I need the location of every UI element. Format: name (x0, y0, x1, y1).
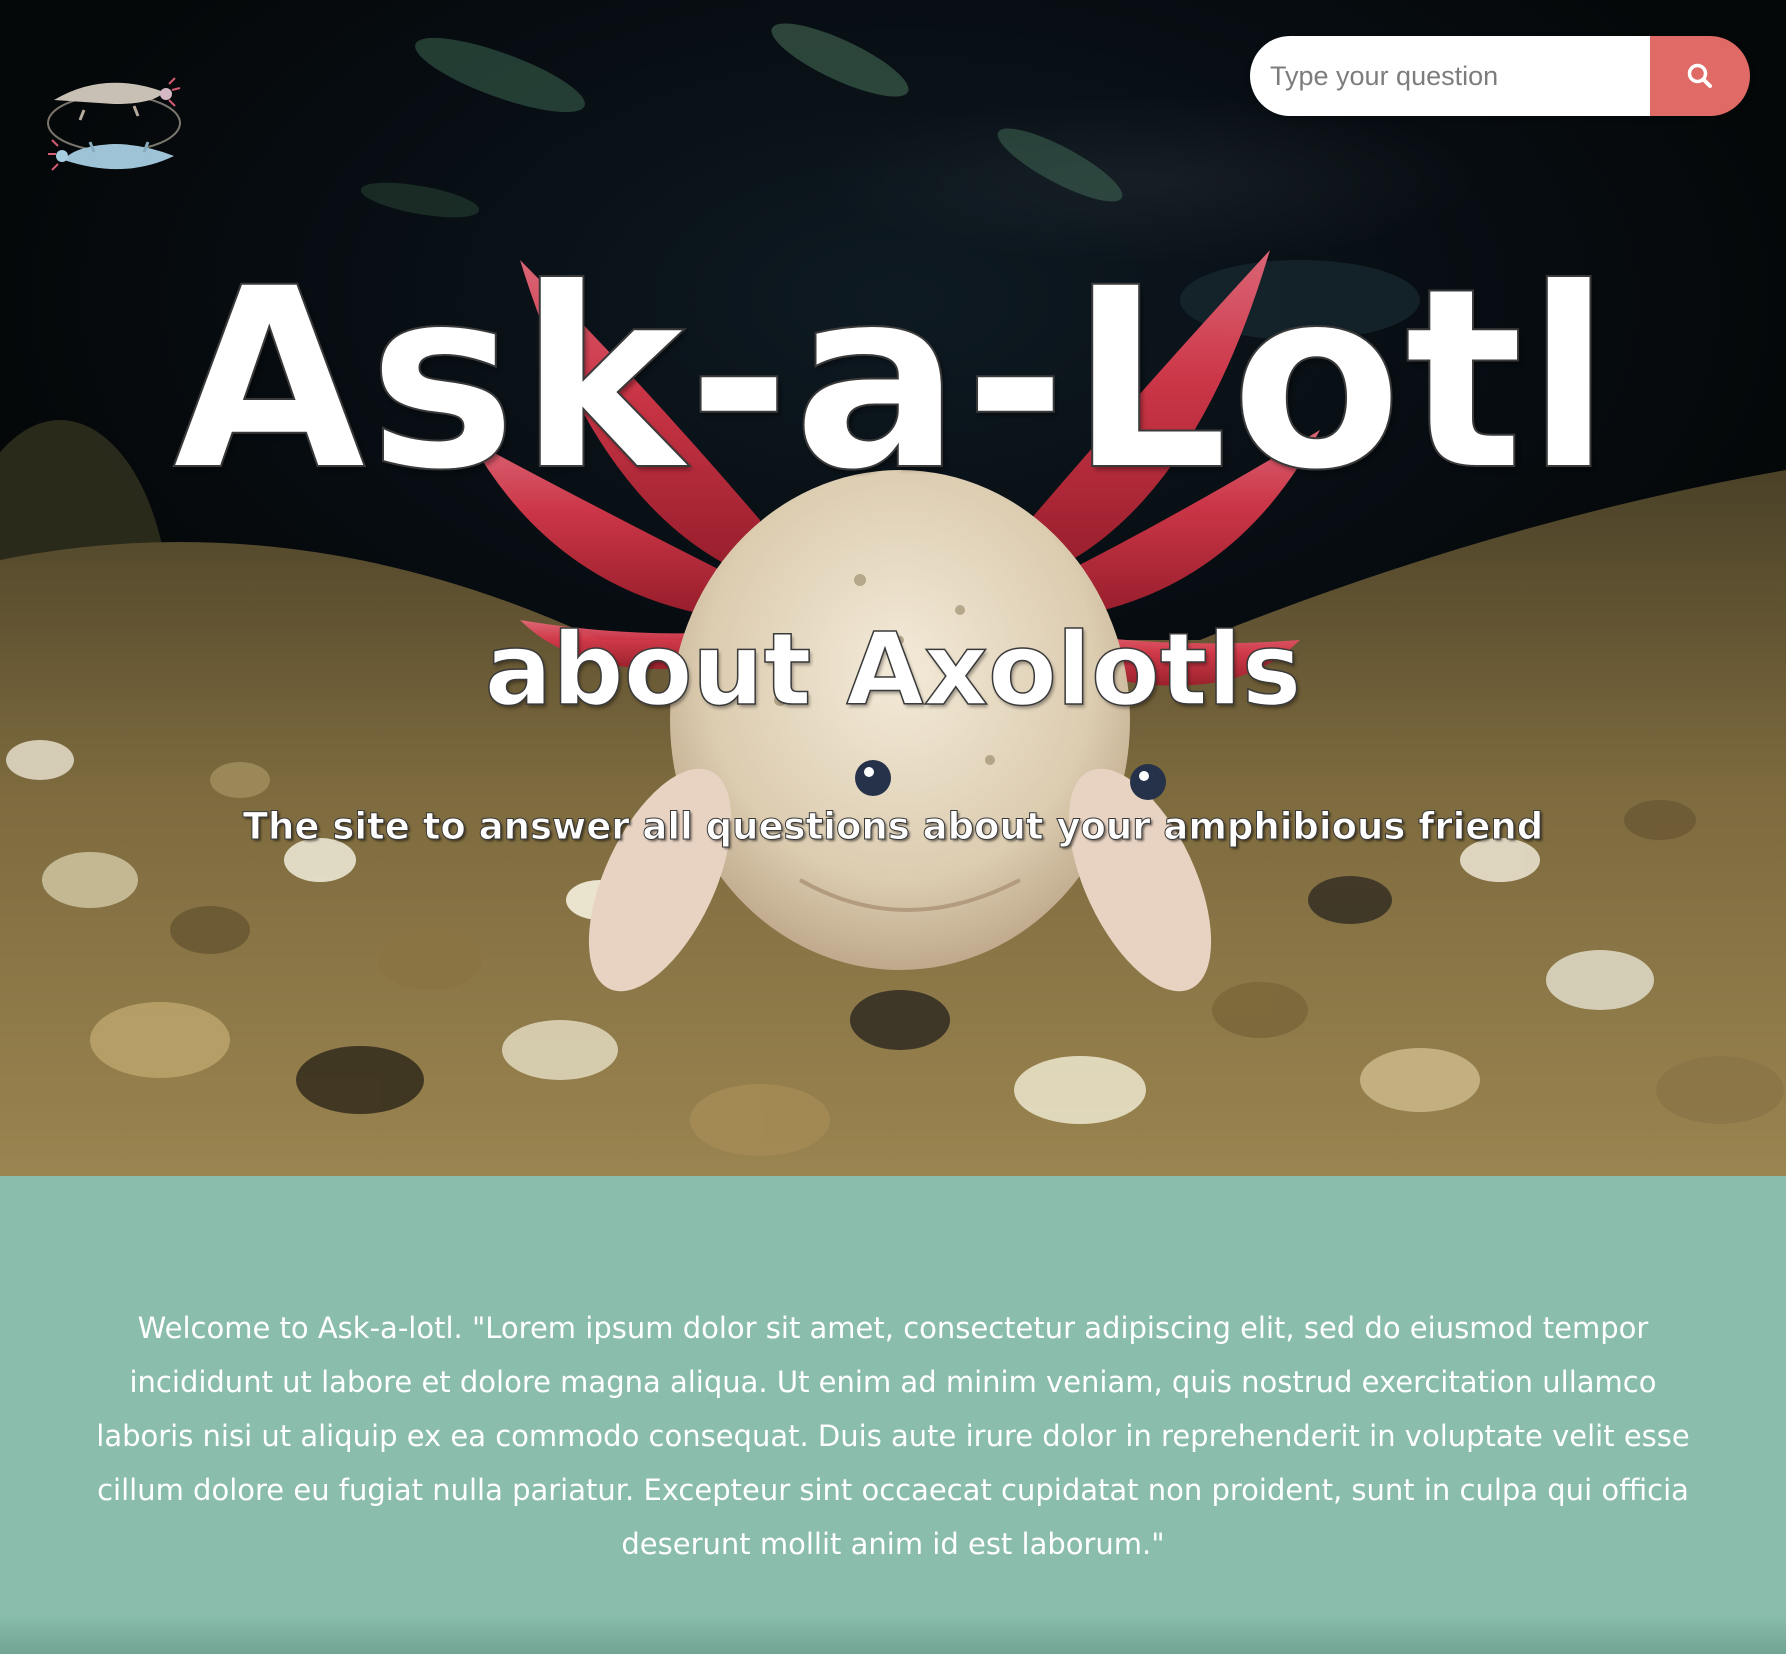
question-search (1250, 36, 1750, 116)
question-search-input[interactable] (1250, 36, 1650, 116)
site-subtitle: about Axolotls (484, 610, 1302, 729)
search-button[interactable] (1650, 36, 1750, 116)
axolotl-pair-logo-icon[interactable] (44, 60, 184, 186)
welcome-text: Welcome to Ask-a-lotl. "Lorem ipsum dolo… (96, 1311, 1690, 1561)
welcome-section: Welcome to Ask-a-lotl. "Lorem ipsum dolo… (0, 1176, 1786, 1654)
page: Ask-a-Lotl about Axolotls The site to an… (0, 0, 1786, 1654)
hero-banner: Ask-a-Lotl about Axolotls The site to an… (0, 0, 1786, 1176)
site-tagline: The site to answer all questions about y… (242, 805, 1544, 849)
search-icon (1687, 63, 1712, 88)
site-title: Ask-a-Lotl (171, 233, 1614, 526)
section-shadow (0, 1614, 1786, 1654)
axolotl-hero-image (0, 23, 1786, 1176)
